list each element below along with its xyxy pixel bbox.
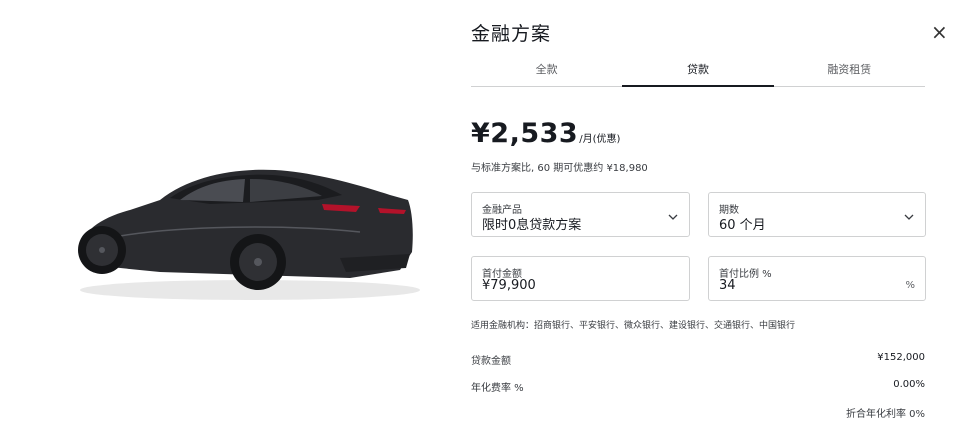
percent-suffix: %	[905, 280, 915, 291]
finance-panel: 金融方案 × 全款 贷款 融资租赁 ¥2,533 /月(优惠) 与标准方案比, …	[471, 0, 948, 422]
tab-leasing[interactable]: 融资租赁	[774, 60, 925, 86]
banks-note: 适用金融机构：招商银行、平安银行、微众银行、建设银行、交通银行、中国银行	[471, 321, 796, 331]
term-select[interactable]: 期数 60 个月	[708, 192, 926, 237]
field-value: ¥79,900	[482, 278, 536, 293]
row-label: 贷款金额	[471, 356, 511, 367]
apr-note: 折合年化利率 0%	[845, 409, 925, 420]
finance-tabs: 全款 贷款 融资租赁	[471, 60, 925, 87]
field-value: 限时0息贷款方案	[482, 218, 582, 233]
chevron-down-icon	[668, 214, 678, 220]
chevron-down-icon	[904, 214, 914, 220]
down-payment-ratio-field[interactable]: 首付比例 % 34 %	[708, 256, 926, 301]
tab-full-payment[interactable]: 全款	[471, 60, 622, 86]
close-icon[interactable]: ×	[931, 22, 948, 42]
monthly-price: ¥2,533 /月(优惠)	[471, 118, 620, 149]
tab-loan[interactable]: 贷款	[622, 60, 774, 87]
saving-text: 与标准方案比, 60 期可优惠约 ¥18,980	[471, 163, 648, 174]
row-label: 年化费率 %	[471, 383, 524, 394]
monthly-price-amount: ¥2,533	[471, 118, 579, 149]
down-payment-amount-field[interactable]: 首付金额 ¥79,900	[471, 256, 690, 301]
field-value: 34	[719, 278, 736, 293]
row-value: ¥152,000	[877, 352, 925, 363]
row-value: 0.00%	[893, 379, 925, 390]
car-image	[60, 140, 430, 310]
field-value: 60 个月	[719, 218, 766, 233]
panel-title: 金融方案	[471, 23, 552, 45]
finance-product-select[interactable]: 金融产品 限时0息贷款方案	[471, 192, 690, 237]
monthly-price-unit: /月(优惠)	[579, 134, 621, 145]
